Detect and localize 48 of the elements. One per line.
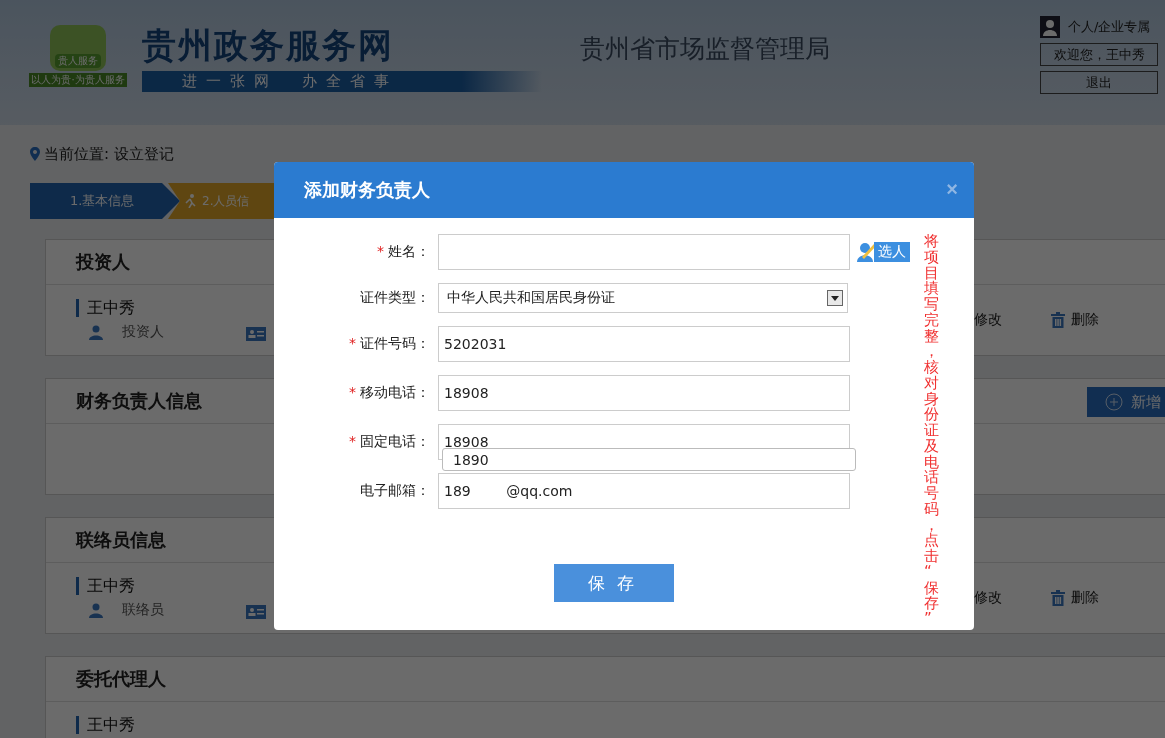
person-role: 联络员	[122, 601, 164, 619]
location-pin-icon	[30, 147, 40, 161]
delete-link[interactable]: 删除	[1051, 589, 1099, 607]
field-label: * 证件号码：	[348, 335, 431, 353]
logo-badge: 贵人服务	[55, 53, 101, 68]
add-button[interactable]: 新增	[1087, 387, 1165, 417]
edit-link[interactable]: 修改	[974, 589, 1002, 607]
instruction-note: 将项目填写完整，核对身份证及电话号码，点击“保存”	[924, 234, 939, 628]
trash-icon	[1051, 590, 1065, 606]
logo-tagline: 以人为贵·为贵人服务	[29, 72, 127, 87]
edit-link[interactable]: 修改	[974, 311, 1002, 329]
person-name: 王中秀	[76, 299, 135, 317]
field-label: * 姓名：	[376, 243, 431, 261]
section-title: 联络员信息	[76, 528, 166, 552]
save-button[interactable]: 保存	[554, 564, 674, 602]
field-label: * 固定电话：	[348, 433, 431, 451]
breadcrumb: 当前位置: 设立登记	[44, 144, 174, 164]
field-label: * 移动电话：	[348, 384, 431, 402]
field-label: 证件类型：	[359, 289, 431, 307]
user-zone-label[interactable]: 个人/企业专属	[1068, 18, 1151, 36]
delete-link[interactable]: 删除	[1051, 311, 1099, 329]
section-title: 投资人	[76, 250, 130, 274]
person-name: 王中秀	[76, 716, 135, 734]
input-field[interactable]: 18908	[438, 375, 850, 411]
site-title: 贵州政务服务网	[142, 24, 395, 67]
input-field[interactable]	[438, 234, 850, 270]
input-field[interactable]: 5202031	[438, 326, 850, 362]
person-role: 投资人	[122, 323, 164, 341]
trash-icon	[1051, 312, 1065, 328]
department-name: 贵州省市场监督管理局	[580, 33, 830, 65]
id-card-icon	[246, 605, 266, 619]
input-field[interactable]: 189 @qq.com	[438, 473, 850, 509]
runner-icon	[184, 194, 196, 208]
close-button[interactable]: ×	[946, 178, 958, 200]
field-label: 电子邮箱：	[359, 482, 431, 500]
welcome-button[interactable]: 欢迎您，王中秀	[1040, 43, 1158, 66]
id-type-select[interactable]: 中华人民共和国居民身份证	[438, 283, 848, 313]
step-tab[interactable]: 1.基本信息	[30, 183, 180, 219]
plus-circle-icon	[1105, 393, 1123, 411]
person-icon	[88, 602, 104, 618]
id-card-icon	[246, 327, 266, 341]
logout-button[interactable]: 退出	[1040, 71, 1158, 94]
user-icon	[1040, 16, 1060, 38]
section-title: 财务负责人信息	[76, 389, 202, 413]
section-title: 委托代理人	[76, 667, 166, 691]
person-name: 王中秀	[76, 577, 135, 595]
autocomplete-menu[interactable]: 1890	[442, 448, 856, 471]
person-icon	[88, 324, 104, 340]
